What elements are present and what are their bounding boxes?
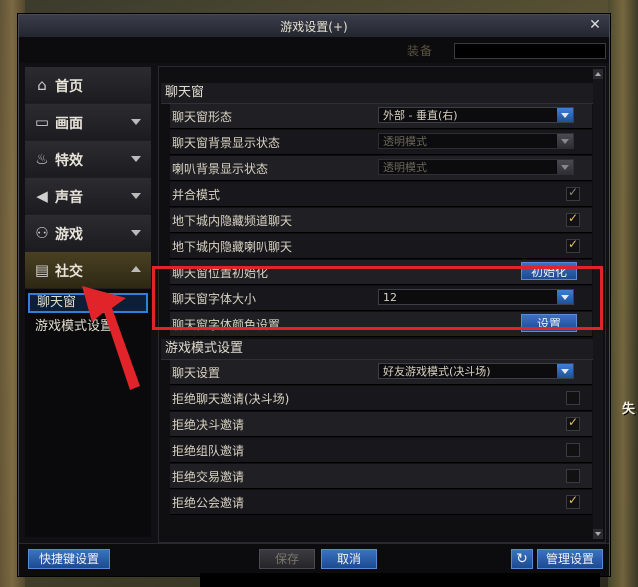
save-button[interactable]: 保存 (259, 549, 315, 569)
setting-label: 聊天窗位置初始化 (172, 266, 269, 280)
setting-label: 拒绝组队邀请 (172, 444, 245, 458)
setting-button[interactable]: 设置 (521, 314, 577, 332)
chat-icon: ▤ (34, 261, 50, 279)
setting-row: 地下城内隐藏喇叭聊天 (170, 234, 592, 259)
setting-dropdown[interactable]: 透明模式 (378, 159, 574, 175)
sidebar-item-label: 特效 (55, 153, 83, 169)
setting-row: 拒绝交易邀请 (170, 464, 592, 489)
section-header: 游戏模式设置 (161, 339, 593, 360)
setting-button[interactable]: 初始化 (521, 262, 577, 280)
setting-checkbox[interactable] (566, 443, 580, 457)
setting-row: 拒绝决斗邀请 (170, 412, 592, 437)
sidebar-item-label: 首页 (55, 79, 83, 95)
setting-checkbox[interactable] (566, 211, 580, 227)
gamepad-icon: ⚇ (35, 224, 49, 242)
top-search-box[interactable] (454, 43, 606, 59)
chevron-down-icon (131, 230, 141, 236)
sidebar-item-label: 画面 (55, 116, 83, 132)
background-tree-right (608, 0, 638, 587)
chevron-down-icon (556, 134, 573, 148)
top-strip: 装备 (19, 37, 609, 63)
manage-settings-button[interactable]: 管理设置 (537, 549, 603, 569)
setting-row: 聊天窗形态 外部 - 垂直(右) (170, 104, 592, 129)
setting-label: 地下城内隐藏频道聊天 (172, 214, 293, 228)
setting-row: 喇叭背景显示状态 透明模式 (170, 156, 592, 181)
setting-checkbox[interactable] (566, 391, 580, 405)
sidebar-item-2[interactable]: ♨ 特效 (25, 141, 151, 178)
refresh-icon[interactable]: ↻ (511, 549, 533, 569)
setting-dropdown[interactable]: 好友游戏模式(决斗场) (378, 363, 574, 379)
background-text: 失 (621, 402, 635, 417)
faded-text: 装备 (407, 44, 434, 58)
dropdown-value: 透明模式 (383, 135, 427, 148)
setting-row: 聊天窗字体颜色设置 设置 (170, 312, 592, 337)
setting-row: 聊天窗字体大小 12 (170, 286, 592, 311)
cancel-button[interactable]: 取消 (321, 549, 377, 569)
setting-dropdown[interactable]: 外部 - 垂直(右) (378, 107, 574, 123)
setting-row: 并合模式 (170, 182, 592, 207)
setting-row: 聊天设置 好友游戏模式(决斗场) (170, 360, 592, 385)
monitor-icon: ▭ (34, 113, 50, 131)
sidebar-item-4[interactable]: ⚇ 游戏 (25, 215, 151, 252)
footer-bar: 快捷键设置 保存 取消 ↻ 管理设置 (19, 543, 609, 576)
setting-row: 聊天窗位置初始化 初始化 (170, 260, 592, 285)
chevron-down-icon (556, 160, 573, 174)
chevron-down-icon (556, 108, 573, 122)
setting-checkbox[interactable] (566, 415, 580, 431)
scroll-down-icon[interactable] (593, 529, 603, 539)
chevron-down-icon (556, 290, 573, 304)
section-header: 聊天窗 (161, 83, 593, 104)
setting-label: 喇叭背景显示状态 (172, 162, 269, 176)
sidebar-item-label: 声音 (55, 190, 83, 206)
setting-label: 聊天窗背景显示状态 (172, 136, 281, 150)
scroll-up-icon[interactable] (593, 69, 603, 79)
dropdown-value: 12 (383, 291, 397, 304)
shortcut-settings-button[interactable]: 快捷键设置 (28, 549, 110, 569)
setting-dropdown[interactable]: 透明模式 (378, 133, 574, 149)
setting-checkbox[interactable] (566, 237, 580, 253)
setting-row: 拒绝公会邀请 (170, 490, 592, 515)
dropdown-value: 透明模式 (383, 161, 427, 174)
setting-label: 聊天设置 (172, 366, 221, 380)
speaker-icon: ◀ (36, 187, 48, 205)
chevron-up-icon (131, 266, 141, 272)
setting-label: 聊天窗字体颜色设置 (172, 318, 281, 332)
setting-label: 拒绝交易邀请 (172, 470, 245, 484)
setting-label: 拒绝公会邀请 (172, 496, 245, 510)
sidebar-item-1[interactable]: ▭ 画面 (25, 104, 151, 141)
setting-checkbox[interactable] (566, 493, 580, 509)
setting-row: 拒绝组队邀请 (170, 438, 592, 463)
setting-dropdown[interactable]: 12 (378, 289, 574, 305)
dropdown-value: 好友游戏模式(决斗场) (383, 365, 491, 378)
chevron-down-icon (131, 156, 141, 162)
bottom-status-strip (200, 573, 600, 587)
sidebar-item-label: 游戏 (55, 227, 83, 243)
setting-label: 拒绝聊天邀请(决斗场) (172, 392, 290, 406)
chevron-down-icon (131, 119, 141, 125)
setting-label: 聊天窗字体大小 (172, 292, 257, 306)
sidebar-item-label: 社交 (55, 264, 83, 280)
chevron-down-icon (556, 364, 573, 378)
setting-checkbox[interactable] (566, 469, 580, 483)
dropdown-value: 外部 - 垂直(右) (383, 109, 458, 122)
window-title: 游戏设置(+) (280, 20, 348, 34)
home-icon: ⌂ (37, 76, 47, 94)
setting-label: 聊天窗形态 (172, 110, 233, 124)
sidebar-item-3[interactable]: ◀ 声音 (25, 178, 151, 215)
sidebar-item-0[interactable]: ⌂ 首页 (25, 67, 151, 104)
scrollbar[interactable] (593, 69, 603, 539)
setting-label: 地下城内隐藏喇叭聊天 (172, 240, 293, 254)
flame-icon: ♨ (35, 150, 49, 168)
chevron-down-icon (131, 193, 141, 199)
setting-row: 聊天窗背景显示状态 透明模式 (170, 130, 592, 155)
setting-row: 拒绝聊天邀请(决斗场) (170, 386, 592, 411)
annotation-arrow (82, 286, 140, 390)
setting-label: 拒绝决斗邀请 (172, 418, 245, 432)
setting-label: 并合模式 (172, 188, 221, 202)
close-icon[interactable]: ✕ (587, 17, 603, 33)
window-titlebar[interactable]: 游戏设置(+) ✕ (19, 15, 609, 38)
setting-checkbox[interactable] (566, 185, 580, 201)
settings-content: 聊天窗 聊天窗形态 外部 - 垂直(右) 聊天窗背景显示状态 透明模式 喇叭背景显示状态透… (158, 66, 606, 543)
setting-row: 地下城内隐藏频道聊天 (170, 208, 592, 233)
